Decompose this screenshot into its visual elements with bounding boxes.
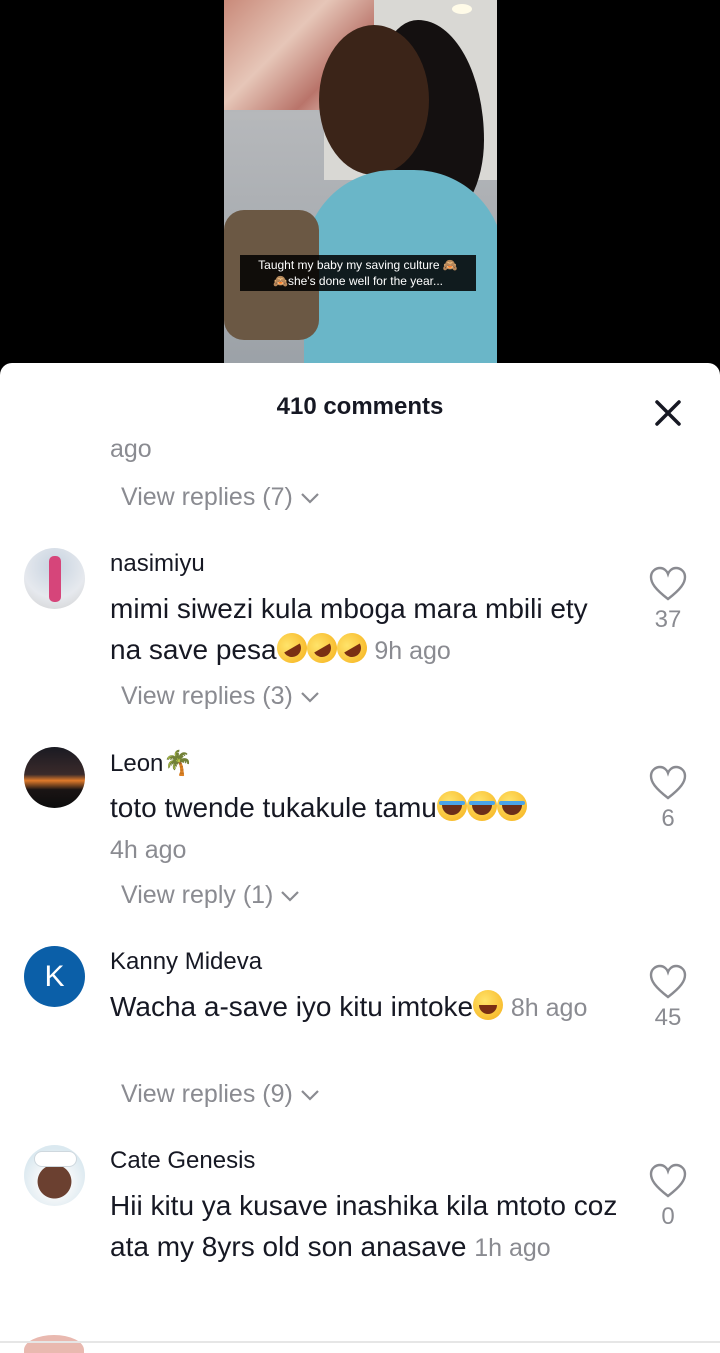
avatar[interactable] <box>24 1335 84 1353</box>
heart-icon <box>649 566 687 601</box>
video-caption-line-2: 🙈she's done well for the year... <box>273 274 443 288</box>
like-button[interactable]: 45 <box>648 964 688 1032</box>
comments-sheet: 410 comments ago View replies (7) nasimi… <box>0 363 720 1353</box>
close-button[interactable] <box>648 393 688 433</box>
video-caption-line-1: Taught my baby my saving culture 🙈 <box>258 258 458 272</box>
comment-time: 9h ago <box>374 637 451 665</box>
view-replies-label: View replies (7) <box>121 483 293 511</box>
crying-emoji-icon <box>466 791 497 821</box>
comments-title: 410 comments <box>276 393 444 420</box>
video-frame[interactable] <box>224 0 497 380</box>
comment-text-content: toto twende tukakule tamu <box>110 792 437 823</box>
avatar[interactable]: K <box>24 946 85 1007</box>
view-replies-button[interactable]: View replies (9) <box>121 1080 323 1109</box>
video-subject-head <box>319 25 429 175</box>
video-player[interactable]: Taught my baby my saving culture 🙈 🙈she'… <box>0 0 720 380</box>
view-replies-label: View replies (9) <box>121 1080 293 1108</box>
joy-emoji-icon <box>473 990 504 1020</box>
avatar-letter: K <box>44 959 65 993</box>
comment-text: Wacha a-save iyo kitu imtoke 8h ago <box>110 986 620 1029</box>
close-icon <box>655 400 681 426</box>
like-button[interactable]: 6 <box>648 765 688 833</box>
heart-icon <box>649 765 687 800</box>
comment-time: 8h ago <box>510 994 588 1022</box>
like-count: 37 <box>654 606 682 633</box>
like-count: 45 <box>654 1004 682 1031</box>
chevron-down-icon <box>301 691 319 703</box>
comment-time: 1h ago <box>474 1234 551 1262</box>
comment-text: Hii kitu ya kusave inashika kila mtoto c… <box>110 1185 620 1269</box>
comment-username[interactable]: Leon🌴 <box>110 749 193 778</box>
view-replies-button[interactable]: View replies (7) <box>121 483 323 512</box>
video-lamp <box>452 4 472 14</box>
rofl-emoji-icon <box>331 627 373 669</box>
chevron-down-icon <box>281 890 300 902</box>
view-replies-button[interactable]: View reply (1) <box>121 881 303 910</box>
like-count: 0 <box>661 1203 675 1230</box>
view-replies-label: View replies (3) <box>121 682 293 710</box>
avatar[interactable] <box>24 747 85 808</box>
video-caption: Taught my baby my saving culture 🙈 🙈she'… <box>240 255 476 291</box>
comment-text: mimi siwezi kula mboga mara mbili ety na… <box>110 588 620 672</box>
comment-username[interactable]: Kanny Mideva <box>110 948 262 976</box>
comment-username[interactable]: nasimiyu <box>110 550 205 578</box>
divider <box>0 1341 720 1343</box>
heart-icon <box>649 1163 687 1198</box>
like-count: 6 <box>661 805 675 832</box>
comment-time: 4h ago <box>110 836 187 864</box>
comment-text-content: Wacha a-save iyo kitu imtoke <box>110 991 474 1022</box>
like-button[interactable]: 0 <box>648 1163 688 1231</box>
comments-header: 410 comments <box>0 363 720 453</box>
avatar[interactable] <box>24 1145 85 1206</box>
chevron-down-icon <box>301 1089 319 1101</box>
crying-emoji-icon <box>496 791 527 821</box>
heart-icon <box>649 964 687 999</box>
view-replies-label: View reply (1) <box>121 881 274 909</box>
comment-timestamp: ago <box>110 435 152 463</box>
avatar[interactable] <box>24 548 85 609</box>
comment-text: toto twende tukakule tamu 4h ago <box>110 787 620 871</box>
view-replies-button[interactable]: View replies (3) <box>121 682 323 711</box>
like-button[interactable]: 37 <box>648 566 688 634</box>
comment-username[interactable]: Cate Genesis <box>110 1147 255 1175</box>
chevron-down-icon <box>301 492 319 504</box>
crying-emoji-icon <box>436 791 467 821</box>
